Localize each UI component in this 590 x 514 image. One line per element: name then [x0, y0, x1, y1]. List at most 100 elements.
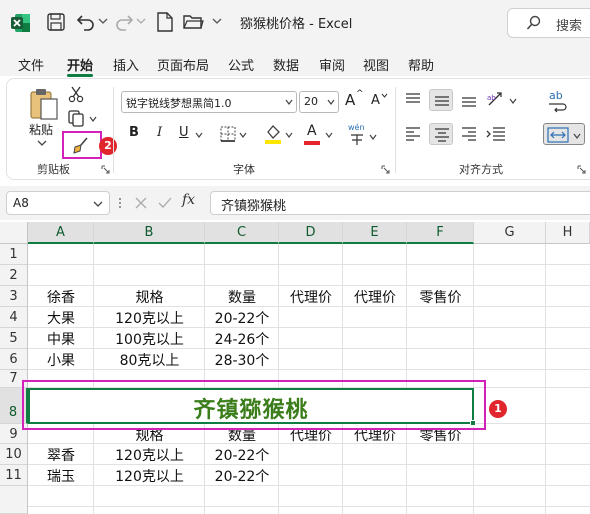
cut-icon[interactable]	[67, 85, 85, 103]
decrease-font-button[interactable]: A	[371, 93, 380, 108]
align-bottom-icon[interactable]	[459, 91, 479, 109]
cell-f3[interactable]: 零售价	[407, 287, 474, 307]
cell-c10[interactable]: 20-22个	[205, 445, 279, 465]
merge-center-button[interactable]	[543, 123, 585, 145]
italic-button[interactable]: I	[157, 125, 162, 140]
tab-formulas[interactable]: 公式	[228, 55, 254, 74]
row-header-12[interactable]	[0, 486, 28, 514]
insert-function-button[interactable]: fx	[182, 192, 195, 208]
chevron-down-icon[interactable]	[37, 139, 47, 147]
dialog-launcher-icon[interactable]	[381, 165, 390, 174]
chevron-down-icon[interactable]	[239, 131, 247, 139]
paste-button-label[interactable]: 粘贴	[29, 121, 53, 138]
cell-a3[interactable]: 徐香	[28, 287, 94, 307]
cell-a6[interactable]: 小果	[28, 350, 94, 370]
cell-c4[interactable]: 20-22个	[205, 308, 279, 328]
orientation-icon[interactable]: ab	[485, 89, 507, 109]
name-box[interactable]: A8	[6, 191, 110, 215]
copy-icon[interactable]	[67, 109, 85, 127]
row-header-1[interactable]: 1	[0, 244, 28, 265]
align-right-icon[interactable]	[459, 125, 479, 143]
tab-file[interactable]: 文件	[18, 55, 44, 74]
enter-icon[interactable]	[158, 196, 172, 210]
cell-c11[interactable]: 20-22个	[205, 466, 279, 486]
dialog-launcher-icon[interactable]	[101, 165, 110, 174]
increase-font-button[interactable]: A	[345, 91, 355, 109]
bold-button[interactable]: B	[129, 125, 139, 140]
tab-home[interactable]: 开始	[67, 55, 93, 74]
column-header-h[interactable]: H	[546, 222, 590, 244]
column-header-f[interactable]: F	[407, 222, 474, 244]
chevron-down-icon[interactable]	[89, 115, 97, 123]
cell-b3[interactable]: 规格	[94, 287, 205, 307]
search-box[interactable]: 搜索	[507, 8, 590, 38]
chevron-down-icon[interactable]	[93, 200, 103, 208]
save-icon[interactable]	[46, 12, 66, 32]
font-name-select[interactable]: 锐字锐线梦想黑简1.0	[121, 91, 297, 113]
align-center-button[interactable]	[429, 123, 453, 145]
cell-a4[interactable]: 大果	[28, 308, 94, 328]
chevron-down-icon[interactable]	[98, 16, 108, 26]
align-middle-button[interactable]	[429, 89, 453, 111]
row-header-2[interactable]: 2	[0, 265, 28, 286]
resize-handle-icon[interactable]	[118, 196, 122, 210]
row-header-3[interactable]: 3	[0, 286, 28, 307]
column-header-b[interactable]: B	[94, 222, 205, 244]
column-header-g[interactable]: G	[474, 222, 546, 244]
formula-input[interactable]: 齐镇猕猴桃	[210, 191, 590, 215]
chevron-down-icon[interactable]	[285, 131, 293, 139]
font-size-select[interactable]: 20	[299, 91, 339, 113]
column-header-c[interactable]: C	[205, 222, 279, 244]
chevron-down-icon[interactable]	[195, 131, 203, 139]
tab-page-layout[interactable]: 页面布局	[157, 55, 209, 74]
cell-b11[interactable]: 120克以上	[94, 466, 205, 486]
cancel-icon[interactable]	[134, 196, 148, 210]
chevron-down-icon[interactable]	[325, 131, 333, 139]
cell-a5[interactable]: 中果	[28, 329, 94, 349]
tab-insert[interactable]: 插入	[113, 55, 139, 74]
chevron-down-icon[interactable]	[136, 16, 146, 26]
cell-a10[interactable]: 翠香	[28, 445, 94, 465]
cell-c5[interactable]: 24-26个	[205, 329, 279, 349]
open-folder-icon[interactable]	[182, 12, 204, 32]
paste-icon[interactable]	[27, 87, 61, 121]
chevron-down-icon[interactable]	[509, 97, 517, 105]
row-header-11[interactable]: 11	[0, 465, 28, 486]
cell-c3[interactable]: 数量	[205, 287, 279, 307]
row-header-5[interactable]: 5	[0, 328, 28, 349]
borders-icon[interactable]	[219, 125, 237, 143]
phonetic-guide-icon[interactable]	[347, 133, 367, 147]
tab-help[interactable]: 帮助	[408, 55, 434, 74]
worksheet-grid[interactable]: A B C D E F G H 1 2 3 4 5 6 7 8 9 10 11 …	[0, 222, 590, 514]
align-top-icon[interactable]	[403, 91, 423, 109]
tab-data[interactable]: 数据	[273, 55, 299, 74]
tab-review[interactable]: 审阅	[319, 55, 345, 74]
cell-b5[interactable]: 100克以上	[94, 329, 205, 349]
indent-icon[interactable]	[485, 125, 507, 143]
cell-b6[interactable]: 80克以上	[94, 350, 205, 370]
cell-c6[interactable]: 28-30个	[205, 350, 279, 370]
column-header-a[interactable]: A	[28, 222, 94, 244]
cell-d3[interactable]: 代理价	[279, 287, 343, 307]
chevron-down-icon[interactable]	[369, 133, 377, 141]
fill-color-icon[interactable]	[263, 123, 283, 145]
cell-b4[interactable]: 120克以上	[94, 308, 205, 328]
row-header-6[interactable]: 6	[0, 349, 28, 370]
tab-view[interactable]: 视图	[363, 55, 389, 74]
select-all-corner[interactable]	[0, 222, 28, 244]
undo-icon[interactable]	[76, 12, 96, 32]
cell-a11[interactable]: 瑞玉	[28, 466, 94, 486]
column-header-d[interactable]: D	[279, 222, 343, 244]
new-file-icon[interactable]	[156, 12, 174, 32]
wrap-text-icon[interactable]	[547, 101, 567, 113]
cell-b10[interactable]: 120克以上	[94, 445, 205, 465]
dialog-launcher-icon[interactable]	[577, 165, 586, 174]
customize-toolbar-icon[interactable]	[212, 16, 222, 26]
underline-button[interactable]: U	[179, 125, 189, 140]
column-header-e[interactable]: E	[343, 222, 407, 244]
redo-icon[interactable]	[114, 12, 134, 32]
font-color-button[interactable]: A	[307, 123, 317, 139]
align-left-icon[interactable]	[403, 125, 423, 143]
row-header-10[interactable]: 10	[0, 444, 28, 465]
row-header-4[interactable]: 4	[0, 307, 28, 328]
